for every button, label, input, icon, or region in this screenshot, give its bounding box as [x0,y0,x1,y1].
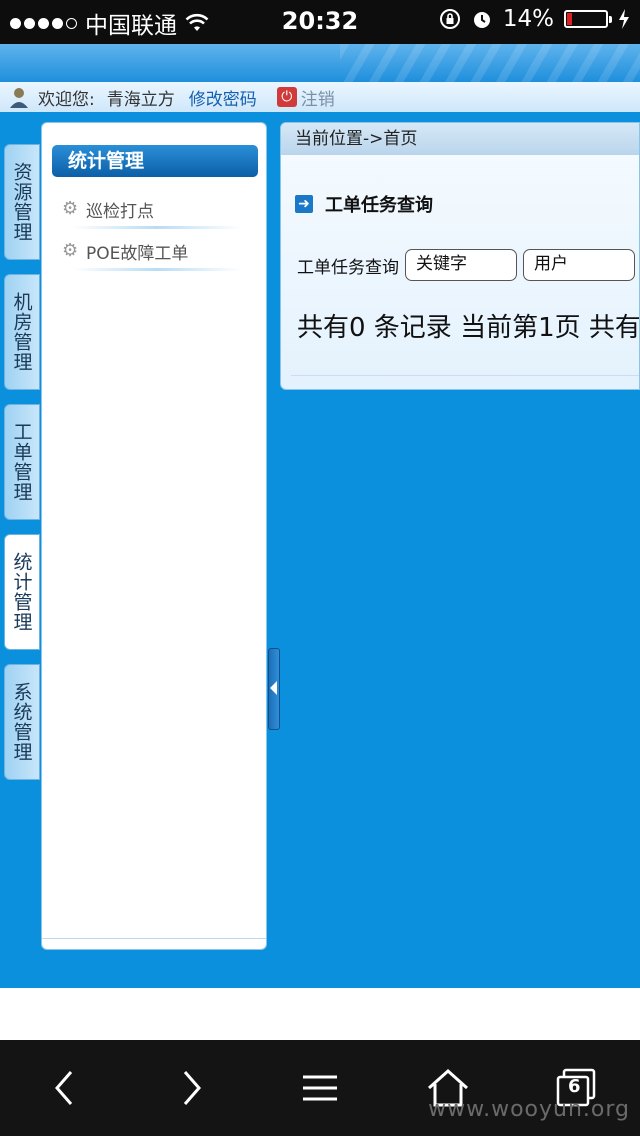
record-count-text: 共有0 条记录 当前第1页 共有 [297,313,640,343]
tab-label: 资源管理 [10,162,33,242]
tab-label: 系统管理 [10,682,33,762]
change-password-link[interactable]: 修改密码 [189,85,257,110]
username: 青海立方 [106,89,175,110]
tab-label: 机房管理 [10,292,33,372]
back-button[interactable] [34,1058,94,1118]
battery-icon [564,10,612,28]
chevron-left-icon [55,1071,73,1105]
sidebar-item-poe-fault[interactable]: ⚙ POE故障工单 [62,235,252,271]
alarm-icon [473,12,490,28]
section-title: ➜ 工单任务查询 [295,191,433,217]
chevron-left-icon [270,681,277,695]
logout-link[interactable]: 注销 [301,85,335,110]
power-icon[interactable]: ⏻ [276,87,297,107]
welcome-label: 欢迎您: [38,89,95,110]
rotation-lock-icon [439,9,460,29]
section-title-text: 工单任务查询 [325,195,433,216]
sidebar-collapse-handle[interactable] [268,648,280,730]
breadcrumb: 当前位置->首页 [281,123,639,155]
status-bar: 中国联通 20:32 14% [0,0,640,44]
charging-bolt-icon [619,9,629,29]
site-banner [0,44,640,82]
sidebar-divider [42,938,266,939]
content-panel: 当前位置->首页 ➜ 工单任务查询 工单任务查询 关键字 用户 共有0 条记录 … [280,122,640,390]
menu-button[interactable] [290,1058,350,1118]
tabs-count: 6 [568,1076,581,1097]
page-bottom-area [0,988,640,1040]
sidebar-item-inspection[interactable]: ⚙ 巡检打点 [62,193,252,229]
user-icon [10,88,28,108]
user-info-bar: 欢迎您: 青海立方 修改密码 ⏻ 注销 [0,82,640,113]
menu-icon [303,1075,337,1101]
sidebar-item-label: 巡检打点 [86,201,154,222]
sidebar-panel: 统计管理 ⚙ 巡检打点 ⚙ POE故障工单 [41,122,267,950]
gear-icon: ⚙ [62,198,79,219]
tab-machine-room-management[interactable]: 机房管理 [4,274,40,390]
content-divider [291,375,639,376]
keyword-input[interactable]: 关键字 [405,249,517,281]
gear-icon: ⚙ [62,240,79,261]
user-input[interactable]: 用户 [523,249,635,281]
forward-button[interactable] [162,1058,222,1118]
tab-label: 工单管理 [10,422,33,502]
watermark-text: www.wooyun.org [428,1097,630,1122]
main-area: 资源管理 机房管理 工单管理 统计管理 系统管理 统计管理 ⚙ 巡检打点 ⚙ P… [0,112,640,988]
tab-statistics-management[interactable]: 统计管理 [4,534,40,650]
sidebar-title: 统计管理 [52,145,258,177]
tab-work-order-management[interactable]: 工单管理 [4,404,40,520]
query-label: 工单任务查询 [297,257,399,278]
tab-label: 统计管理 [10,552,33,632]
browser-toolbar: 6 www.wooyun.org [0,1040,640,1136]
tab-resource-management[interactable]: 资源管理 [4,144,40,260]
sidebar-item-label: POE故障工单 [86,243,189,264]
arrow-right-icon: ➜ [295,195,313,213]
query-row: 工单任务查询 关键字 用户 [297,249,635,281]
battery-percent: 14% [502,6,554,32]
status-right: 14% [439,6,630,32]
tab-system-management[interactable]: 系统管理 [4,664,40,780]
chevron-right-icon [183,1071,201,1105]
battery-level-fill [567,13,572,25]
